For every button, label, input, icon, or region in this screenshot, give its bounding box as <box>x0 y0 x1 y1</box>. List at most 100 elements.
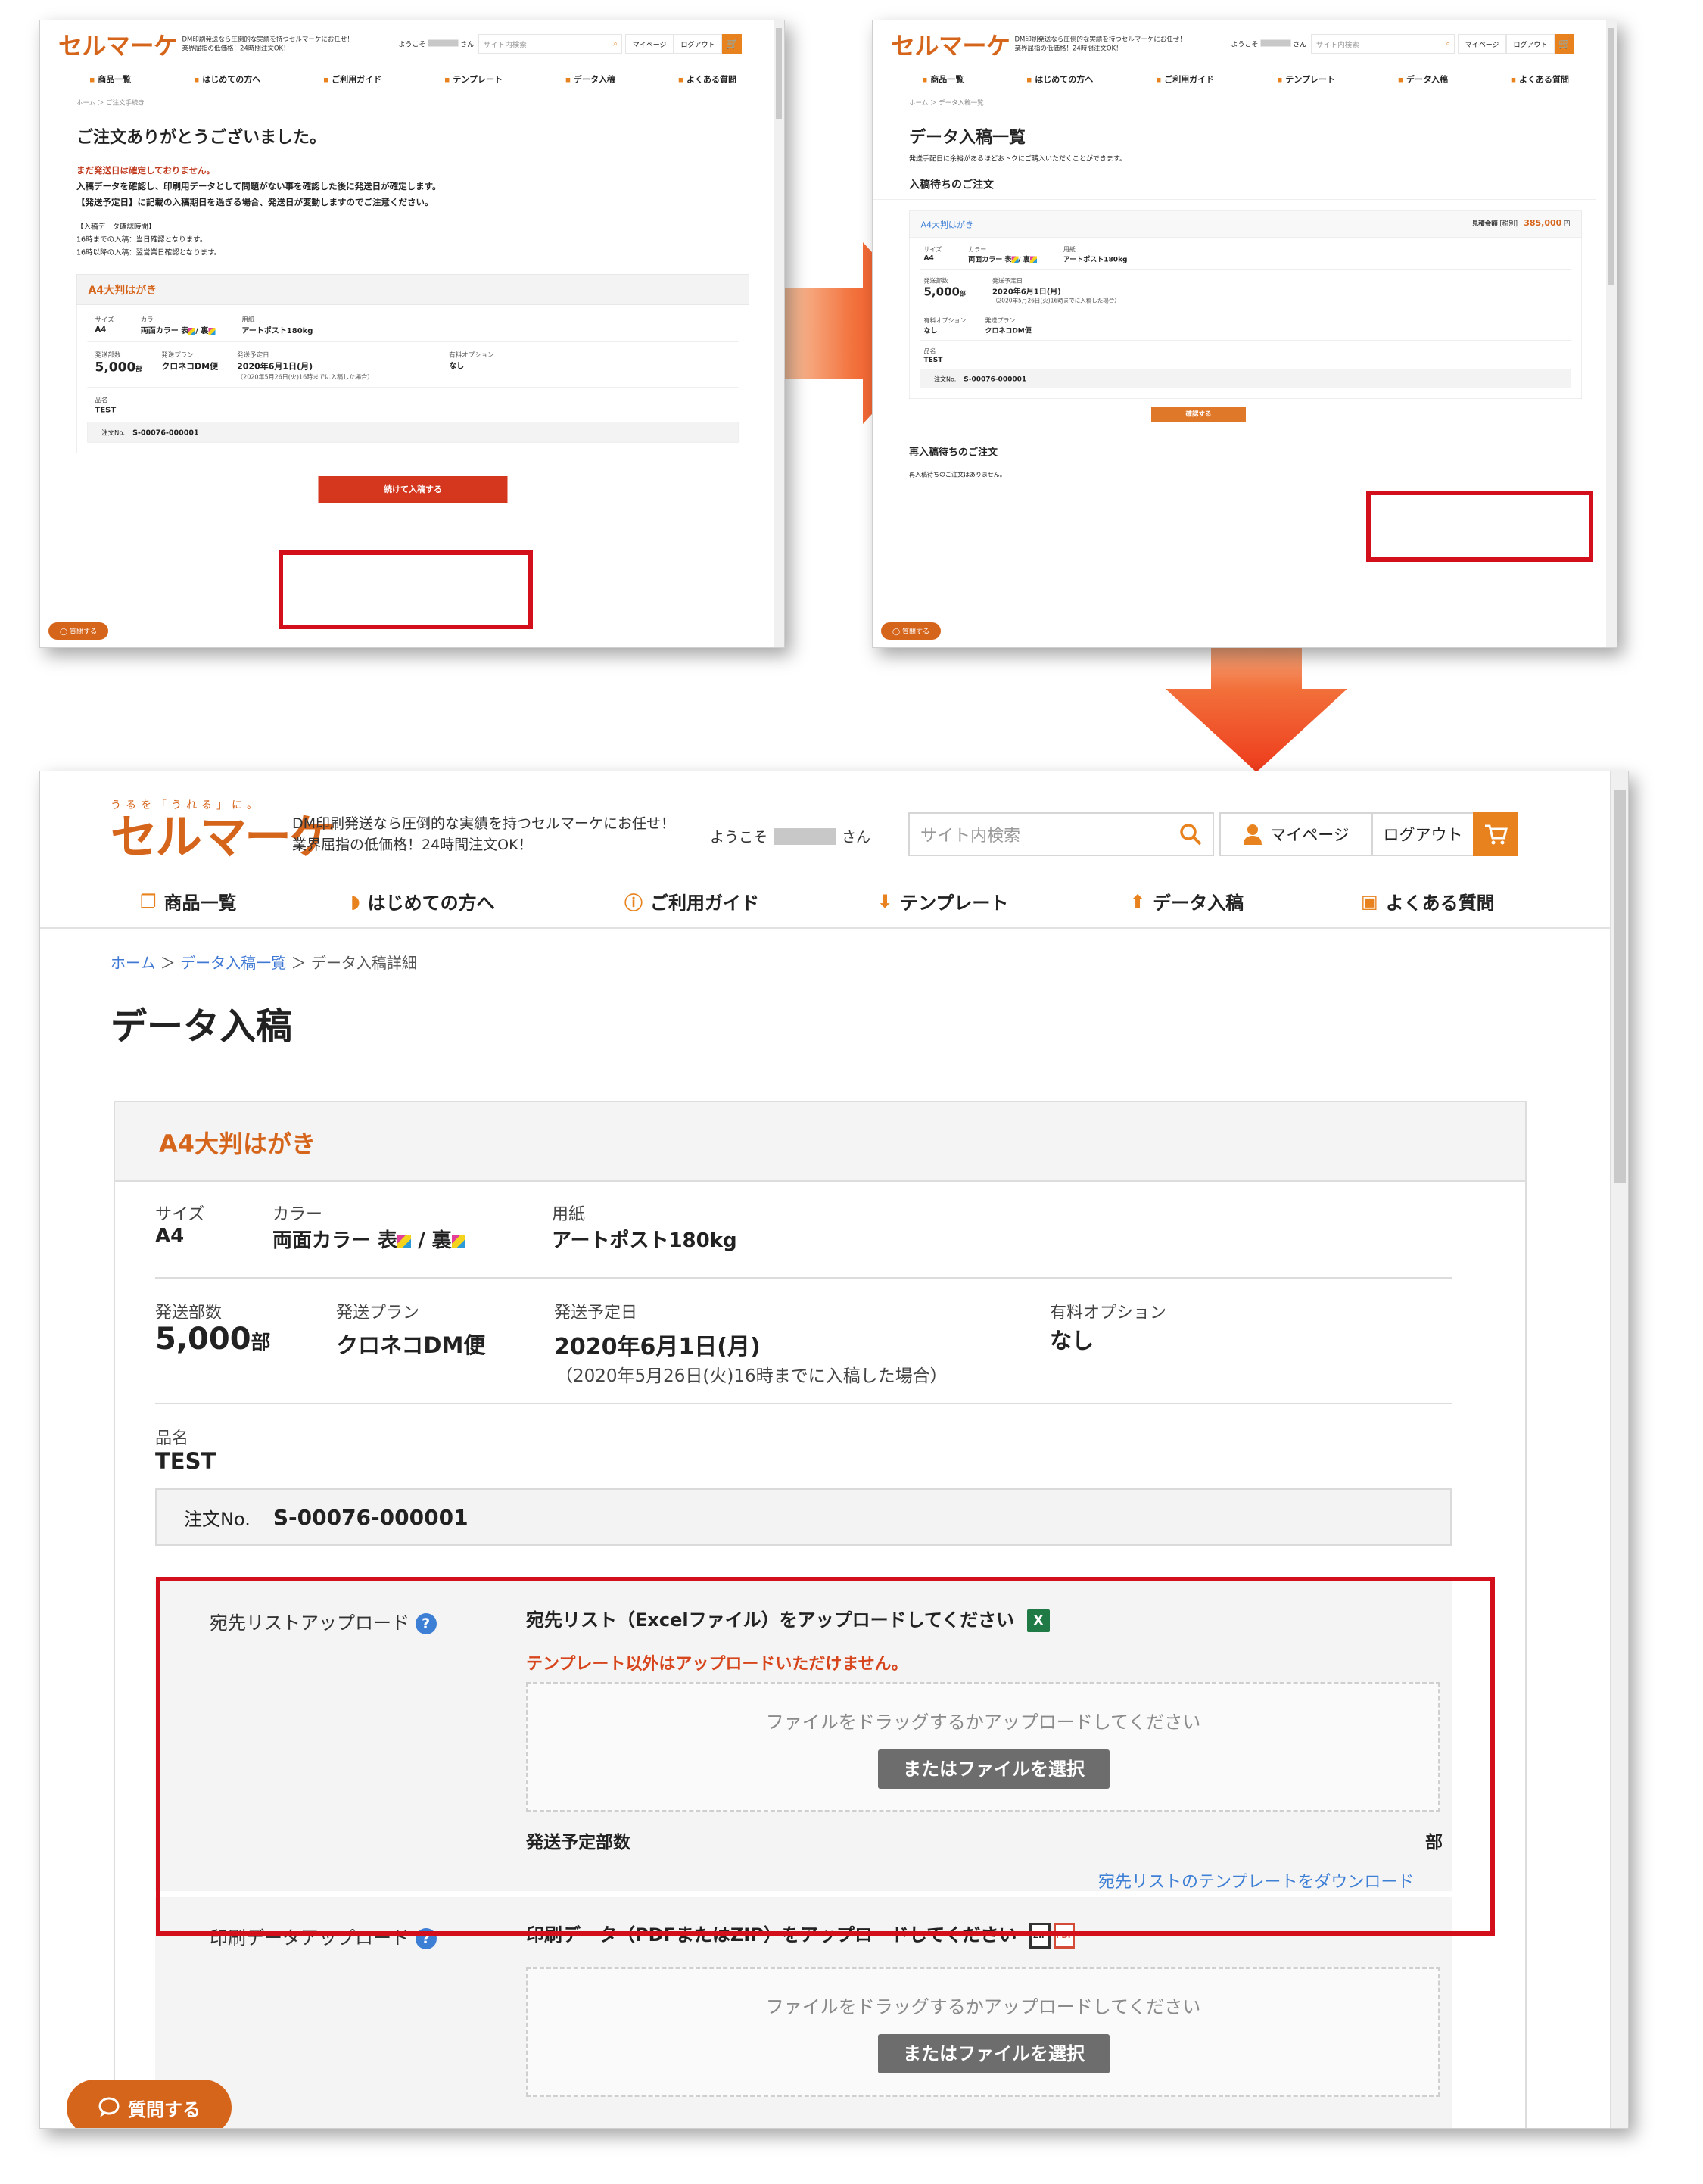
pdf-file-icon: PDF <box>1054 1923 1076 1949</box>
size-label: サイズ <box>155 1205 205 1224</box>
qty-value: 5,000 <box>155 1322 251 1357</box>
quote-label: 見積金額 <box>1471 220 1498 228</box>
upload-list-label: 宛先リストアップロード <box>210 1612 409 1634</box>
nav-template[interactable]: ⬇ テンプレート <box>877 888 1008 914</box>
nav-upload[interactable]: データ入稿 <box>1398 73 1448 85</box>
logout-button[interactable]: ログアウト <box>1506 34 1555 54</box>
nav-beginners[interactable]: はじめての方へ <box>1026 73 1093 85</box>
search-input[interactable]: サイト内検索 ⌕ <box>478 34 623 54</box>
template-download-link[interactable]: 宛先リストのテンプレートをダウンロード <box>1098 1868 1414 1893</box>
nav-faq[interactable]: よくある質問 <box>1511 73 1569 85</box>
scrollbar[interactable] <box>1606 20 1617 647</box>
option-value: なし <box>1050 1328 1094 1354</box>
help-icon[interactable]: ? <box>415 1928 437 1949</box>
breadcrumb[interactable]: ホーム ＞ ご注文手続き <box>40 92 784 113</box>
nav-label: はじめての方へ <box>367 893 495 914</box>
logo[interactable]: セルマーケ <box>891 26 1010 61</box>
upload-list-instruction: 宛先リスト（Excelファイル）をアップロードしてください <box>526 1609 1015 1631</box>
select-file-button[interactable]: またはファイルを選択 <box>878 1749 1110 1789</box>
planned-qty-unit: 部 <box>1425 1833 1443 1852</box>
date-note: （2020年5月26日(火)16時までに入稿した場合） <box>237 373 374 381</box>
nav-label: テンプレート <box>900 893 1009 914</box>
chat-button[interactable]: ◯ 質問する <box>881 622 941 640</box>
nav-template[interactable]: テンプレート <box>444 73 503 85</box>
nav-faq[interactable]: ▣ よくある質問 <box>1361 888 1495 914</box>
color-swatch-icon <box>397 1234 412 1248</box>
scrollbar[interactable] <box>1610 771 1628 2128</box>
download-icon: ⬇ <box>877 890 893 912</box>
reupload-empty: 再入稿待ちのご注文はありません。 <box>909 471 1006 478</box>
faq-icon: ▣ <box>1361 890 1378 912</box>
size-value: A4 <box>155 1225 185 1248</box>
option-value: なし <box>923 326 938 335</box>
nav-guide[interactable]: ご利用ガイド <box>1156 73 1214 85</box>
date-label: 発送予定日 <box>992 277 1023 285</box>
nav-beginners[interactable]: はじめての方へ <box>194 73 260 85</box>
question-icon: ⓘ <box>624 893 643 914</box>
mypage-button[interactable]: マイページ <box>625 34 674 54</box>
chat-button[interactable]: ◯ 質問する <box>48 622 108 640</box>
logout-button[interactable]: ログアウト <box>1371 812 1474 856</box>
color-value: 両面カラー 表 <box>140 326 189 335</box>
check-title: 【入稿データ確認時間】 <box>76 223 156 231</box>
order-card: A4大判はがき 見積金額 [税別] 385,000 円 サイズ A4 カラー 両面カ… <box>909 210 1582 399</box>
size-label: サイズ <box>95 316 114 324</box>
mypage-button[interactable]: マイページ <box>1458 34 1507 54</box>
print-data-dropzone[interactable]: ファイルをドラッグするかアップロードしてください またはファイルを選択 <box>526 1967 1440 2097</box>
nav-products[interactable]: ❐ 商品一覧 <box>140 888 237 914</box>
product-name[interactable]: A4大判はがき <box>921 218 974 230</box>
cart-icon[interactable]: 🛒 <box>722 34 743 54</box>
scrollbar[interactable] <box>774 20 784 647</box>
dropzone-text: ファイルをドラッグするかアップロードしてください <box>765 1712 1201 1733</box>
address-list-dropzone[interactable]: ファイルをドラッグするかアップロードしてください またはファイルを選択 <box>526 1682 1440 1812</box>
search-icon[interactable]: ⌕ <box>613 39 617 48</box>
welcome-suffix: さん <box>1293 40 1307 49</box>
global-nav: ❐ 商品一覧 ◗ はじめての方へ ⓘ ご利用ガイド ⬇ テンプレート ⬆ データ入稿 ▣ よ… <box>40 877 1628 929</box>
product-name: A4大判はがき <box>76 274 749 305</box>
plan-value: クロネコDM便 <box>985 326 1032 335</box>
nav-products[interactable]: 商品一覧 <box>922 73 964 85</box>
chat-label: 質問する <box>69 628 97 636</box>
section-reupload: 再入稿待ちのご注文 <box>873 422 1596 466</box>
paper-value: アートポスト180kg <box>241 326 313 335</box>
page-title: データ入稿 <box>111 1005 293 1048</box>
search-input[interactable]: サイト内検索 ⌕ <box>1311 34 1455 54</box>
search-input[interactable]: サイト内検索 <box>908 812 1214 856</box>
confirm-button[interactable]: 確認する <box>1151 407 1246 422</box>
color-swatch-icon <box>1029 256 1037 263</box>
nav-upload[interactable]: ⬆ データ入稿 <box>1130 888 1244 914</box>
mypage-button[interactable]: マイページ <box>1219 812 1373 856</box>
search-icon[interactable]: ⌕ <box>1446 39 1449 48</box>
nav-guide[interactable]: ⓘ ご利用ガイド <box>624 888 759 914</box>
nav-upload[interactable]: データ入稿 <box>565 73 615 85</box>
nav-beginners[interactable]: ◗ はじめての方へ <box>350 888 495 914</box>
breadcrumb-list[interactable]: データ入稿一覧 <box>180 954 286 972</box>
color-label: カラー <box>272 1205 323 1224</box>
cart-icon[interactable]: 🛒 <box>1555 34 1575 54</box>
qty-label: 発送部数 <box>155 1304 223 1323</box>
size-value: A4 <box>95 324 107 334</box>
nav-guide[interactable]: ご利用ガイド <box>323 73 381 85</box>
logo[interactable]: セルマーケ <box>58 26 178 61</box>
date-value: 2020年6月1日(月) <box>992 287 1061 296</box>
screenshot-upload-detail: うるを「うれる」に。 セルマーケ DM印刷発送なら圧倒的な実績を持つセルマーケに… <box>39 771 1629 2129</box>
upload-icon: ⬆ <box>1130 890 1146 912</box>
order-no-value: S-00076-000001 <box>132 428 199 437</box>
chat-button[interactable]: 質問する <box>67 2080 232 2128</box>
document-icon: ❐ <box>140 890 157 912</box>
breadcrumb[interactable]: ホーム ＞ データ入稿一覧 <box>873 92 1617 113</box>
user-icon <box>1244 824 1262 845</box>
nav-faq[interactable]: よくある質問 <box>678 73 736 85</box>
help-icon[interactable]: ? <box>415 1613 437 1634</box>
order-number: 注文No. S-00076-000001 <box>87 422 739 443</box>
search-icon[interactable] <box>1179 823 1202 846</box>
continue-upload-button[interactable]: 続けて入稿する <box>318 476 508 503</box>
logout-button[interactable]: ログアウト <box>674 34 723 54</box>
nav-products[interactable]: 商品一覧 <box>89 73 131 85</box>
cart-icon[interactable] <box>1473 812 1518 856</box>
order-no-value: S-00076-000001 <box>272 1504 469 1530</box>
select-file-button[interactable]: またはファイルを選択 <box>878 2034 1110 2073</box>
breadcrumb-home[interactable]: ホーム <box>111 954 155 972</box>
nav-template[interactable]: テンプレート <box>1277 73 1335 85</box>
print-data-upload: 印刷データアップロード ? 印刷データ（PDFまたはZIP）をアップロードしてく… <box>155 1897 1452 2128</box>
